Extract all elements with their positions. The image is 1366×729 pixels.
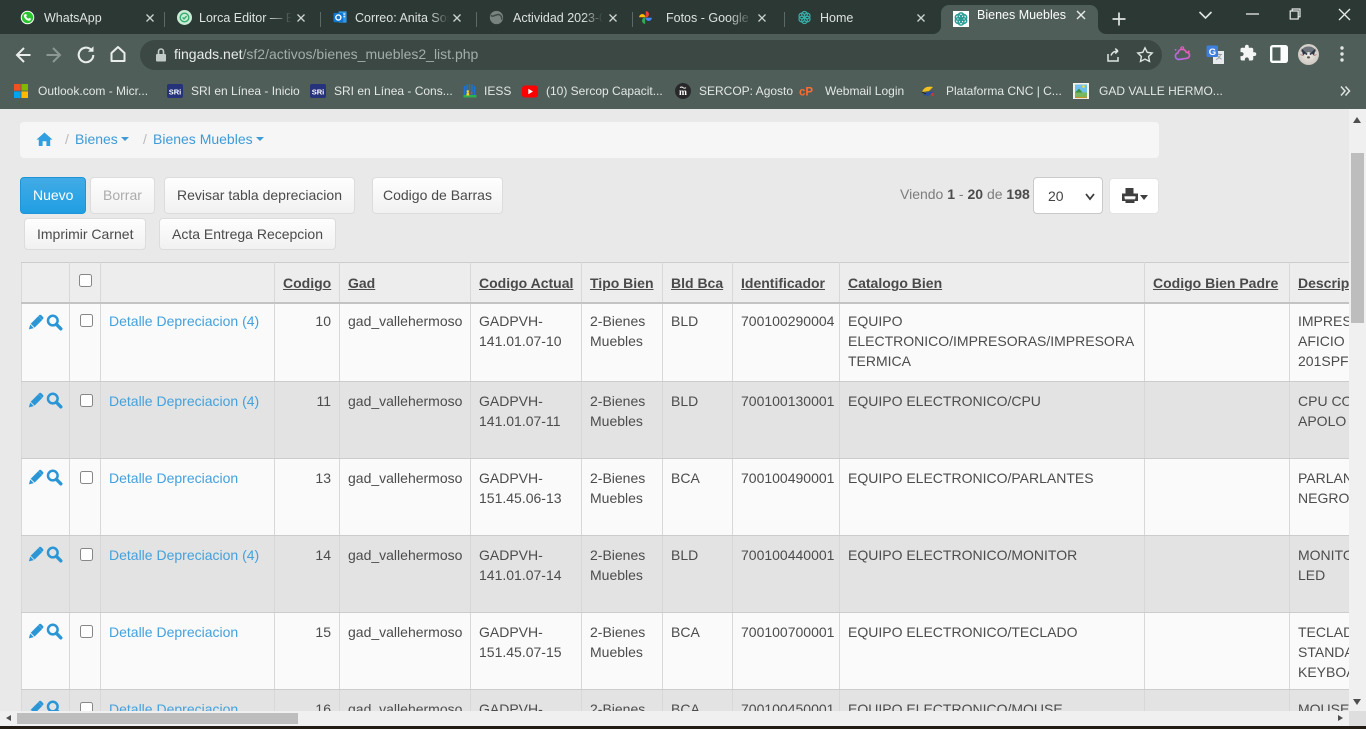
svg-text:G: G [1209, 47, 1216, 58]
svg-text:cP: cP [799, 87, 813, 99]
svg-text:SRi: SRi [312, 87, 325, 96]
svg-text:SRi: SRi [169, 87, 182, 96]
svg-text:m: m [679, 88, 687, 98]
